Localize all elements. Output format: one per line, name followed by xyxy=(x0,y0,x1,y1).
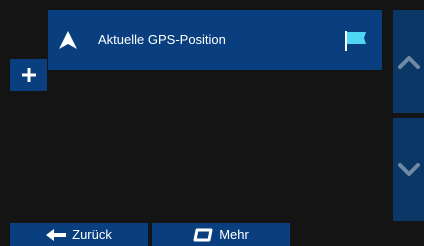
route-planner-screen: Aktuelle GPS-Position Zurück Mehr xyxy=(0,0,424,246)
more-options-icon xyxy=(193,228,213,242)
add-waypoint-button[interactable] xyxy=(10,59,47,91)
route-start-label: Aktuelle GPS-Position xyxy=(98,32,226,47)
chevron-down-icon xyxy=(397,162,420,176)
back-button[interactable]: Zurück xyxy=(10,223,148,246)
flag-icon[interactable] xyxy=(344,30,368,52)
chevron-up-icon xyxy=(397,55,420,69)
plus-icon xyxy=(21,68,36,82)
more-button[interactable]: Mehr xyxy=(152,223,290,246)
route-start-item[interactable]: Aktuelle GPS-Position xyxy=(48,10,382,70)
arrow-left-icon xyxy=(46,228,67,241)
more-button-label: Mehr xyxy=(219,227,249,242)
scroll-up-button[interactable] xyxy=(393,10,424,113)
scroll-down-button[interactable] xyxy=(393,118,424,221)
back-button-label: Zurück xyxy=(72,227,112,242)
navigation-arrow-icon xyxy=(59,31,77,49)
